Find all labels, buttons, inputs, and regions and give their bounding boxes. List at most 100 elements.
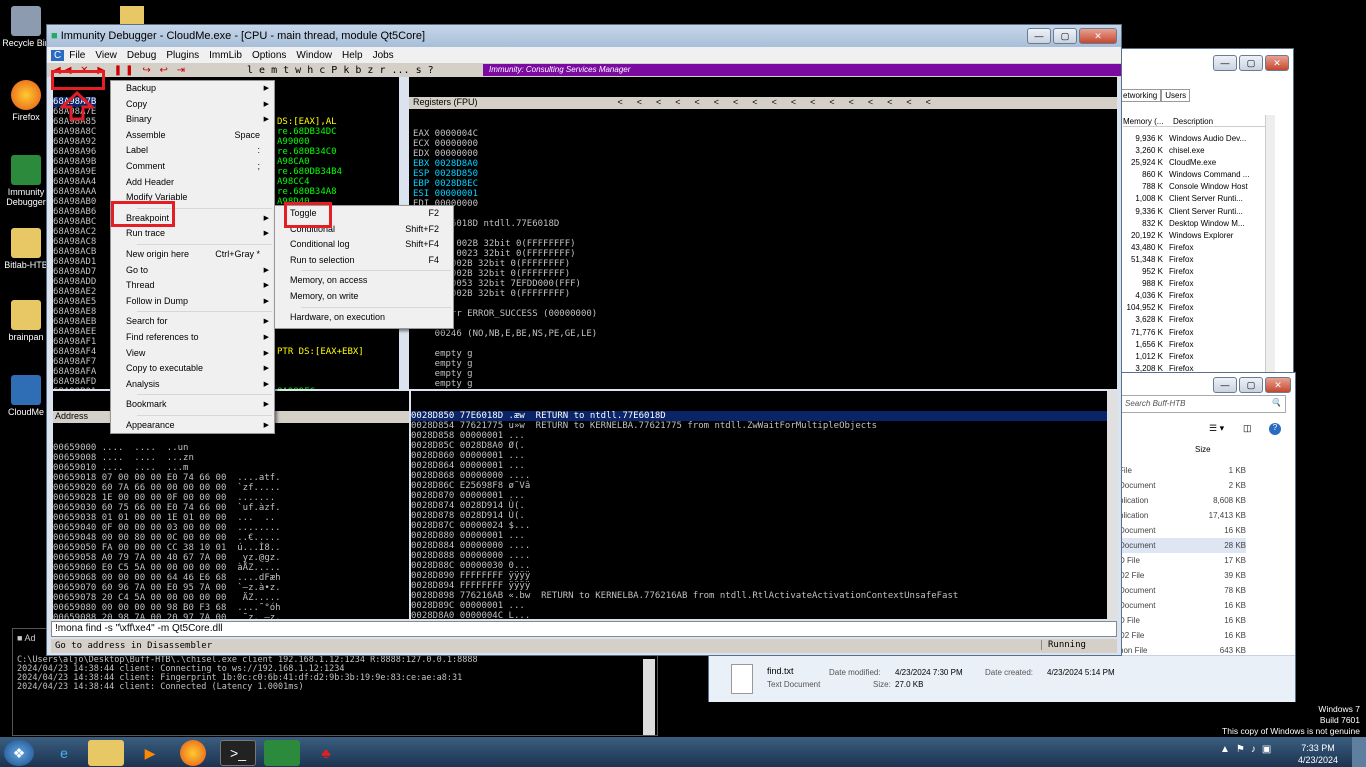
close-button[interactable]: ✕ xyxy=(1265,55,1289,71)
process-row[interactable]: 1,012 K Firefox xyxy=(1123,351,1268,363)
process-row[interactable]: 1,656 K Firefox xyxy=(1123,339,1268,351)
submenu-item-memory-on-write[interactable]: Memory, on write xyxy=(275,289,453,305)
menu-item-search-for[interactable]: Search for ▶ xyxy=(111,314,274,330)
stack-row[interactable]: 0028D87C 00000024 $... xyxy=(411,521,1117,531)
file-row[interactable]: Document 78 KB xyxy=(1119,583,1246,598)
maximize-button[interactable]: ▢ xyxy=(1053,28,1077,44)
stack-row[interactable]: 0028D874 0028D914 Ù(. xyxy=(411,501,1117,511)
menu-item-go-to[interactable]: Go to ▶ xyxy=(111,263,274,279)
submenu-item-run-to-selection[interactable]: Run to selection F4 xyxy=(275,253,453,269)
menu-item-new-origin-here[interactable]: New origin here Ctrl+Gray * xyxy=(111,247,274,263)
menu-immlib[interactable]: ImmLib xyxy=(204,50,247,61)
immunity-taskbar-icon[interactable] xyxy=(264,740,300,766)
dump-row[interactable]: 00659028 1E 00 00 00 0F 00 00 00 ....... xyxy=(53,493,409,503)
menu-item-copy-to-executable[interactable]: Copy to executable ▶ xyxy=(111,361,274,377)
minimize-button[interactable]: — xyxy=(1027,28,1051,44)
process-row[interactable]: 3,260 K chisel.exe xyxy=(1123,145,1268,157)
menu-help[interactable]: Help xyxy=(337,50,368,61)
dump-row[interactable]: 00659030 60 75 66 00 E0 74 66 00 `uf.àzf… xyxy=(53,503,409,513)
stack-row[interactable]: 0028D89C 00000001 ... xyxy=(411,601,1117,611)
dump-row[interactable]: 00659048 00 00 80 00 0C 00 00 00 ..€....… xyxy=(53,533,409,543)
scrollbar[interactable] xyxy=(643,659,655,735)
stack-row[interactable]: 0028D860 00000001 ... xyxy=(411,451,1117,461)
file-row[interactable]: Document 2 KB xyxy=(1119,478,1246,493)
process-row[interactable]: 71,776 K Firefox xyxy=(1123,327,1268,339)
menu-item-appearance[interactable]: Appearance ▶ xyxy=(111,418,274,434)
process-row[interactable]: 860 K Windows Command ... xyxy=(1123,169,1268,181)
stack-row[interactable]: 0028D86C E25698F8 ø˜Vâ xyxy=(411,481,1117,491)
stack-row[interactable]: 0028D864 00000001 ... xyxy=(411,461,1117,471)
file-row[interactable]: File 1 KB xyxy=(1119,463,1246,478)
process-row[interactable]: 104,952 K Firefox xyxy=(1123,302,1268,314)
file-row[interactable]: Document 16 KB xyxy=(1119,523,1246,538)
submenu-item-conditional-log[interactable]: Conditional log Shift+F4 xyxy=(275,237,453,253)
menu-window[interactable]: Window xyxy=(291,50,337,61)
dump-row[interactable]: 00659068 00 00 00 00 64 46 E6 68 ....dFæ… xyxy=(53,573,409,583)
stack-row[interactable]: 0028D850 77E6018D .æw RETURN to ntdll.77… xyxy=(411,411,1117,421)
stack-row[interactable]: 0028D884 00000000 .... xyxy=(411,541,1117,551)
menu-item-thread[interactable]: Thread ▶ xyxy=(111,278,274,294)
help-icon[interactable]: ? xyxy=(1269,423,1281,435)
menu-file[interactable]: File xyxy=(64,50,90,61)
process-row[interactable]: 51,348 K Firefox xyxy=(1123,254,1268,266)
menu-item-copy[interactable]: Copy ▶ xyxy=(111,97,274,113)
desktop-icon-brainpan[interactable]: brainpan xyxy=(2,300,50,342)
stack-row[interactable]: 0028D8A0 0000004C L... xyxy=(411,611,1117,619)
process-row[interactable]: 25,924 K CloudMe.exe xyxy=(1123,157,1268,169)
stack-row[interactable]: 0028D868 00000000 .... xyxy=(411,471,1117,481)
stack-row[interactable]: 0028D888 00000000 .... xyxy=(411,551,1117,561)
desktop-icon-cloudme[interactable]: CloudMe xyxy=(2,375,50,417)
submenu-item-memory-on-access[interactable]: Memory, on access xyxy=(275,273,453,289)
stack-row[interactable]: 0028D894 FFFFFFFF ÿÿÿÿ xyxy=(411,581,1117,591)
menu-item-find-references-to[interactable]: Find references to ▶ xyxy=(111,330,274,346)
stack-row[interactable]: 0028D880 00000001 ... xyxy=(411,531,1117,541)
process-row[interactable]: 832 K Desktop Window M... xyxy=(1123,218,1268,230)
column-header-size[interactable]: Size xyxy=(1195,445,1211,454)
dump-row[interactable]: 00659088 20 98 7A 00 20 97 7A 00 ˜z. —z. xyxy=(53,613,409,619)
menu-jobs[interactable]: Jobs xyxy=(368,50,399,61)
start-button[interactable]: ❖ xyxy=(4,740,34,766)
app-taskbar-icon[interactable]: ♣ xyxy=(308,740,344,766)
file-row[interactable]: D File 17 KB xyxy=(1119,553,1246,568)
explorer-taskbar-icon[interactable] xyxy=(88,740,124,766)
menu-item-run-trace[interactable]: Run trace ▶ xyxy=(111,226,274,242)
column-header[interactable]: Memory (... xyxy=(1123,117,1173,126)
stack-row[interactable]: 0028D85C 0028D8A0 Ø(. xyxy=(411,441,1117,451)
process-row[interactable]: 9,936 K Windows Audio Dev... xyxy=(1123,133,1268,145)
column-header[interactable]: Description xyxy=(1173,117,1213,126)
process-row[interactable]: 43,480 K Firefox xyxy=(1123,242,1268,254)
desktop-icon-bitlab[interactable]: Bitlab-HTB xyxy=(2,228,50,270)
stack-row[interactable]: 0028D890 FFFFFFFF ÿÿÿÿ xyxy=(411,571,1117,581)
scrollbar[interactable] xyxy=(1265,115,1275,381)
firefox-taskbar-icon[interactable] xyxy=(180,740,206,766)
dump-row[interactable]: 00659040 0F 00 00 00 03 00 00 00 .......… xyxy=(53,523,409,533)
dump-row[interactable]: 00659050 FA 00 00 00 CC 38 10 01 ú...Ì8.… xyxy=(53,543,409,553)
preview-pane-icon[interactable]: ◫ xyxy=(1243,423,1252,434)
file-row[interactable]: D2 File 16 KB xyxy=(1119,628,1246,643)
file-row[interactable]: D File 16 KB xyxy=(1119,613,1246,628)
process-row[interactable]: 788 K Console Window Host xyxy=(1123,181,1268,193)
submenu-item-hardware-on-execution[interactable]: Hardware, on execution xyxy=(275,310,453,326)
file-row[interactable]: plication 17,413 KB xyxy=(1119,508,1246,523)
desktop-icon-recycle-bin[interactable]: Recycle Bin xyxy=(2,6,50,48)
dump-row[interactable]: 00659008 .... .... ...zn xyxy=(53,453,409,463)
clock[interactable]: 7:33 PM 4/23/2024 xyxy=(1296,742,1340,766)
dump-row[interactable]: 00659058 A0 79 7A 00 40 67 7A 00 yz.@gz. xyxy=(53,553,409,563)
show-desktop-button[interactable] xyxy=(1352,737,1366,767)
ie-icon[interactable]: e xyxy=(46,740,82,766)
menu-item-bookmark[interactable]: Bookmark ▶ xyxy=(111,397,274,413)
maximize-button[interactable]: ▢ xyxy=(1239,55,1263,71)
menu-item-view[interactable]: View ▶ xyxy=(111,346,274,362)
menu-item-follow-in-dump[interactable]: Follow in Dump ▶ xyxy=(111,294,274,310)
dump-row[interactable]: 00659070 60 96 7A 00 E0 95 7A 00 `–z.à•z… xyxy=(53,583,409,593)
cmd-taskbar-icon[interactable]: >_ xyxy=(220,740,256,766)
file-row[interactable]: D2 File 39 KB xyxy=(1119,568,1246,583)
menu-item-comment[interactable]: Comment; xyxy=(111,159,274,175)
maximize-button[interactable]: ▢ xyxy=(1239,377,1263,393)
menu-item-assemble[interactable]: Assemble Space xyxy=(111,128,274,144)
menu-view[interactable]: View xyxy=(90,50,122,61)
file-row[interactable]: plication 8,608 KB xyxy=(1119,493,1246,508)
dump-row[interactable]: 00659038 01 01 00 00 1E 01 00 00 ... .. xyxy=(53,513,409,523)
command-input[interactable]: !mona find -s "\xff\xe4" -m Qt5Core.dll xyxy=(51,621,1117,637)
process-row[interactable]: 4,036 K Firefox xyxy=(1123,290,1268,302)
